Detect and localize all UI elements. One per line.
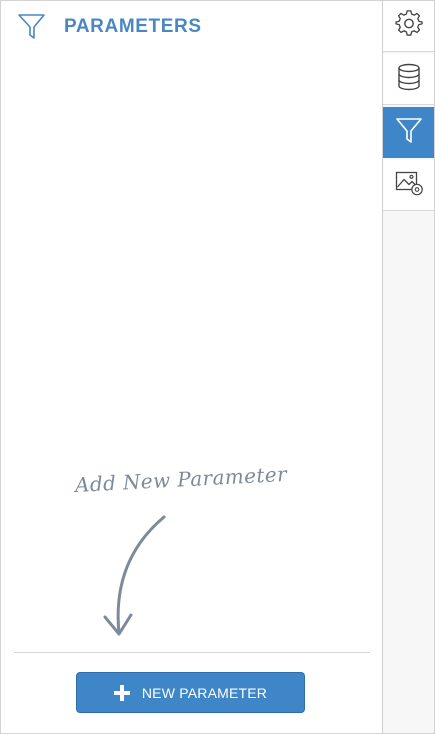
new-parameter-button[interactable]: NEW PARAMETER (76, 672, 305, 713)
parameters-panel: PARAMETERS Add New Parameter NEW PARAMET… (1, 1, 382, 733)
empty-state-hint: Add New Parameter (61, 462, 341, 643)
tab-image-settings[interactable] (383, 160, 434, 211)
tab-settings[interactable] (383, 1, 434, 52)
side-tab-rail (382, 1, 434, 733)
filter-icon (17, 13, 47, 41)
tab-parameters[interactable] (383, 107, 434, 158)
image-settings-icon (395, 170, 423, 201)
database-icon (396, 63, 422, 96)
filter-icon (395, 116, 423, 149)
new-parameter-label: NEW PARAMETER (141, 684, 268, 701)
panel-title: PARAMETERS (64, 16, 202, 37)
gear-icon (394, 9, 423, 43)
panel-header: PARAMETERS (17, 13, 202, 41)
plus-icon (113, 684, 130, 701)
tab-data-source[interactable] (383, 54, 434, 105)
divider (14, 652, 370, 653)
designer-window: PARAMETERS Add New Parameter NEW PARAMET… (0, 0, 435, 734)
